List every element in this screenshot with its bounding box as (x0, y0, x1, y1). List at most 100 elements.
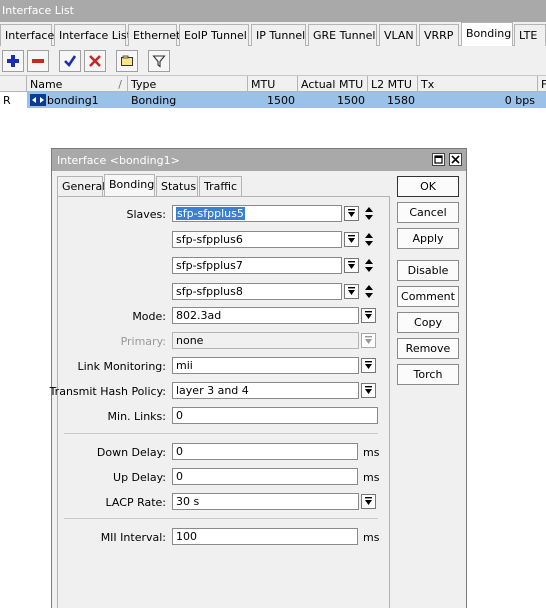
tab-bonding[interactable]: Bonding (461, 22, 513, 47)
column-l2-mtu[interactable]: L2 MTU (368, 76, 418, 92)
slave-2-dropdown[interactable] (344, 232, 359, 247)
dialog-tab-general[interactable]: General (57, 176, 105, 196)
slave-1-updown[interactable] (363, 206, 375, 221)
remove-icon (32, 59, 44, 63)
column-name[interactable]: Name / (27, 76, 128, 92)
row-tx: 0 bps (504, 94, 535, 107)
copy-button[interactable]: Copy (397, 312, 459, 333)
row-type: Bonding (131, 94, 177, 107)
updown-arrows-icon (365, 233, 373, 246)
up-delay-label: Up Delay: (113, 471, 166, 484)
link-monitoring-dropdown[interactable] (361, 358, 376, 373)
apply-button[interactable]: Apply (397, 228, 459, 249)
mii-interval-input[interactable]: 100 (172, 528, 358, 545)
filter-button[interactable] (148, 50, 170, 72)
dialog-tab-bonding[interactable]: Bonding (104, 174, 155, 197)
slave-4-updown[interactable] (363, 284, 375, 299)
tab-vrrp[interactable]: VRRP (419, 24, 459, 46)
row-actual-mtu: 1500 (337, 94, 365, 107)
row-flag: R (3, 94, 11, 107)
column-tx[interactable]: Tx (418, 76, 538, 92)
column-mtu[interactable]: MTU (248, 76, 298, 92)
lacp-rate-select[interactable]: 30 s (172, 493, 359, 510)
bonding-interface-icon (30, 92, 46, 108)
slave-4-dropdown[interactable] (344, 284, 359, 299)
remove-button[interactable] (27, 50, 49, 72)
transmit-hash-policy-select[interactable]: layer 3 and 4 (172, 382, 359, 399)
lacp-rate-dropdown[interactable] (361, 494, 376, 509)
remove-button[interactable]: Remove (397, 338, 459, 359)
dropdown-arrow-icon (365, 361, 372, 369)
slave-2-updown[interactable] (363, 232, 375, 247)
slave-field-4[interactable]: sfp-sfpplus8 (172, 283, 342, 300)
column-type[interactable]: Type (128, 76, 248, 92)
updown-arrows-icon (365, 259, 373, 272)
enable-button[interactable] (59, 50, 81, 72)
close-icon (451, 155, 460, 164)
min-links-input[interactable]: 0 (172, 407, 378, 424)
primary-dropdown (361, 333, 376, 348)
down-delay-input[interactable]: 0 (172, 443, 358, 460)
up-delay-unit: ms (363, 471, 380, 484)
section-divider (64, 518, 378, 519)
cancel-button[interactable]: Cancel (397, 202, 459, 223)
comment-button[interactable]: Comment (397, 286, 459, 307)
min-links-label: Min. Links: (107, 410, 166, 423)
mode-select[interactable]: 802.3ad (172, 307, 359, 324)
slave-field-3[interactable]: sfp-sfpplus7 (172, 257, 342, 274)
tab-interface-list[interactable]: Interface List (54, 24, 131, 46)
primary-label: Primary: (120, 335, 166, 348)
column-actual-mtu[interactable]: Actual MTU (298, 76, 368, 92)
link-monitoring-select[interactable]: mii (172, 357, 359, 374)
lacp-rate-label: LACP Rate: (105, 496, 166, 509)
tab-bar: Interface Interface List Ethernet EoIP T… (0, 22, 546, 47)
dropdown-arrow-icon (348, 287, 355, 295)
enable-check-icon (64, 55, 77, 68)
tab-ethernet[interactable]: Ethernet (128, 24, 180, 46)
column-flags[interactable] (0, 76, 27, 92)
interface-dialog: Interface <bonding1> General Bonding Sta… (50, 148, 467, 608)
dropdown-arrow-icon (365, 336, 372, 344)
add-button[interactable] (2, 50, 24, 72)
slave-3-dropdown[interactable] (344, 258, 359, 273)
dialog-tab-status[interactable]: Status (156, 176, 198, 196)
disable-button[interactable]: Disable (397, 260, 459, 281)
maximize-button[interactable] (432, 153, 445, 166)
sort-indicator: / (118, 78, 122, 91)
section-divider (64, 433, 378, 434)
table-row[interactable]: R bonding1 Bonding 1500 1500 1580 0 bps (0, 92, 546, 108)
table-header: Name / Type MTU Actual MTU L2 MTU Tx F (0, 76, 546, 92)
transmit-hash-policy-dropdown[interactable] (361, 383, 376, 398)
slave-3-updown[interactable] (363, 258, 375, 273)
ok-button[interactable]: OK (397, 176, 459, 197)
mode-dropdown[interactable] (361, 308, 376, 323)
up-delay-input[interactable]: 0 (172, 468, 358, 485)
tab-lte[interactable]: LTE (514, 24, 546, 46)
dialog-tab-traffic[interactable]: Traffic (199, 176, 242, 196)
slave-1-dropdown[interactable] (344, 206, 359, 221)
tab-eoip-tunnel[interactable]: EoIP Tunnel (179, 24, 249, 46)
disable-button[interactable] (84, 50, 106, 72)
dropdown-arrow-icon (348, 261, 355, 269)
close-button[interactable] (449, 153, 462, 166)
slaves-label: Slaves: (126, 208, 167, 221)
row-name: bonding1 (47, 94, 99, 107)
mii-interval-unit: ms (363, 531, 380, 544)
dialog-title: Interface <bonding1> (52, 149, 466, 171)
torch-button[interactable]: Torch (397, 364, 459, 385)
updown-arrows-icon (365, 207, 373, 220)
column-f[interactable]: F (538, 76, 546, 92)
tab-gre-tunnel[interactable]: GRE Tunnel (308, 24, 377, 46)
slave-field-2[interactable]: sfp-sfpplus6 (172, 231, 342, 248)
tab-ip-tunnel[interactable]: IP Tunnel (251, 24, 306, 46)
slave-field-1[interactable]: sfp-sfpplus5 (172, 205, 342, 222)
tab-vlan[interactable]: VLAN (379, 24, 417, 46)
comment-button[interactable] (116, 50, 138, 72)
maximize-icon (434, 155, 443, 164)
transmit-hash-policy-label: Transmit Hash Policy: (49, 385, 166, 398)
dropdown-arrow-icon (365, 497, 372, 505)
mii-interval-label: MII Interval: (100, 531, 166, 544)
filter-icon (152, 55, 166, 68)
tab-interface[interactable]: Interface (0, 24, 54, 46)
link-monitoring-label: Link Monitoring: (77, 360, 166, 373)
